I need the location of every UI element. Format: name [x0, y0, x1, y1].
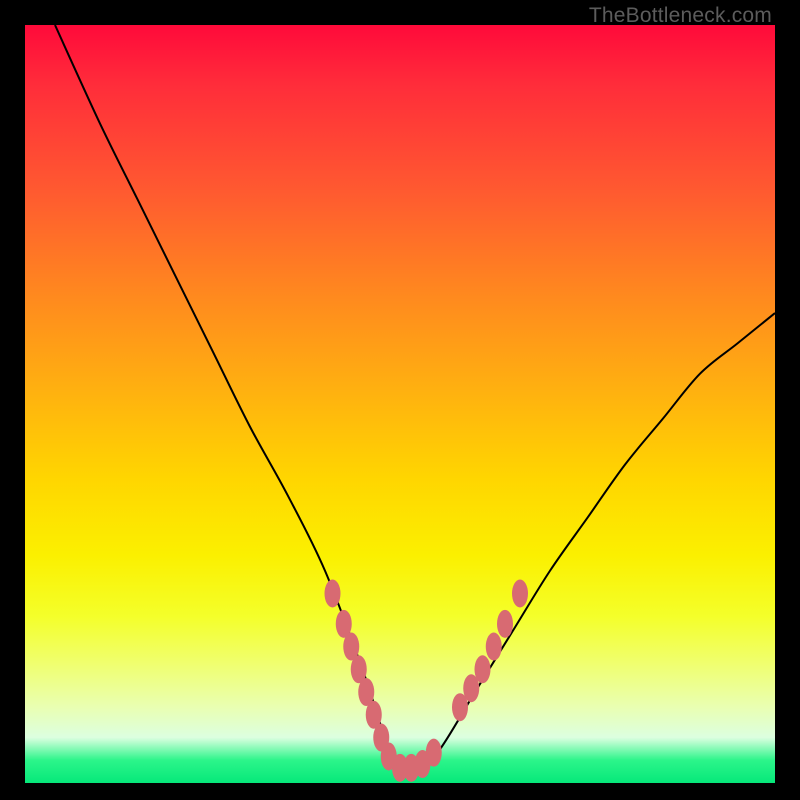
curve-marker	[497, 610, 513, 638]
curve-marker	[426, 739, 442, 767]
curve-marker	[486, 633, 502, 661]
bottleneck-curve-path	[55, 25, 775, 771]
curve-marker	[512, 580, 528, 608]
markers-group	[325, 580, 529, 782]
bottleneck-curve-svg	[25, 25, 775, 783]
attribution-text: TheBottleneck.com	[589, 4, 772, 28]
curve-marker	[475, 655, 491, 683]
chart-plot-area	[25, 25, 775, 783]
curve-marker	[325, 580, 341, 608]
